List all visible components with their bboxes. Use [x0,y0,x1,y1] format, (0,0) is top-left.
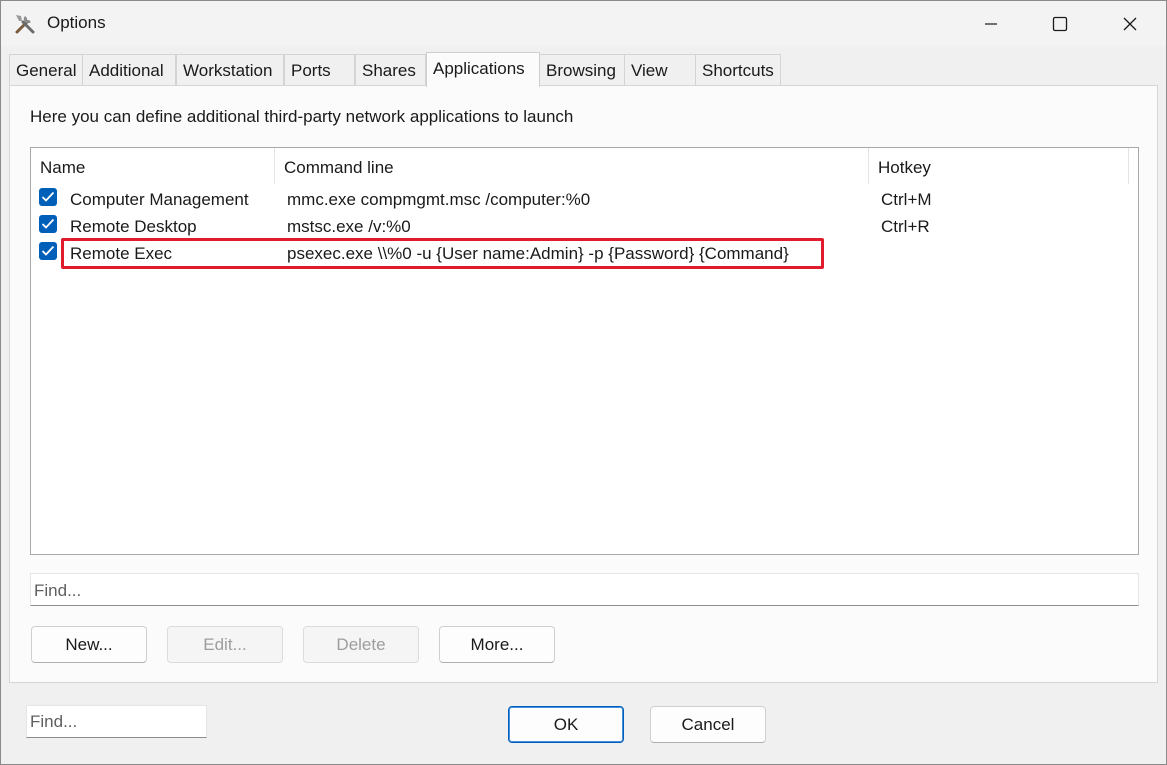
close-button[interactable] [1095,1,1165,46]
tab-ports[interactable]: Ports [284,54,355,85]
title-bar[interactable]: Options [1,1,1166,46]
tab-browsing[interactable]: Browsing [539,54,625,85]
intro-text: Here you can define additional third-par… [30,107,574,126]
options-find-input[interactable]: Find... [26,705,207,738]
item-command: mmc.exe compmgmt.msc /computer:%0 [287,190,591,209]
item-command: mstsc.exe /v:%0 [287,217,411,236]
enabled-checkbox[interactable] [39,242,57,260]
delete-button[interactable]: Delete [303,626,419,663]
check-icon [41,245,55,256]
tab-general[interactable]: General [9,54,83,85]
close-icon [1123,17,1137,30]
enabled-checkbox[interactable] [39,215,57,233]
cancel-button[interactable]: Cancel [650,706,766,743]
item-hotkey: Ctrl+R [881,217,930,236]
ok-button[interactable]: OK [508,706,624,743]
check-icon [41,218,55,229]
tab-additional[interactable]: Additional [82,54,176,85]
tab-shortcuts[interactable]: Shortcuts [695,54,781,85]
maximize-button[interactable] [1025,1,1095,46]
applications-list[interactable]: Name Command line Hotkey Computer Manage… [30,147,1139,555]
tab-applications[interactable]: Applications [426,52,540,87]
item-hotkey: Ctrl+M [881,190,932,209]
applications-panel: Here you can define additional third-par… [9,85,1158,683]
tools-icon [13,12,37,36]
maximize-icon [1052,16,1068,31]
tab-workstation[interactable]: Workstation [176,54,284,85]
list-item[interactable]: Computer Management mmc.exe compmgmt.msc… [31,186,1129,213]
item-name: Computer Management [70,190,249,209]
column-header-hotkey[interactable]: Hotkey [869,148,1129,184]
highlight-annotation [61,238,824,269]
list-item[interactable]: Remote Desktop mstsc.exe /v:%0 Ctrl+R [31,213,1129,240]
tab-shares[interactable]: Shares [355,54,426,85]
check-icon [41,191,55,202]
column-header-command[interactable]: Command line [275,148,869,184]
column-header-name[interactable]: Name [31,148,275,184]
list-find-input[interactable]: Find... [30,573,1139,606]
edit-button[interactable]: Edit... [167,626,283,663]
more-button[interactable]: More... [439,626,555,663]
minimize-button[interactable] [956,1,1026,46]
options-window: Options General Additional Workstation P… [0,0,1167,765]
enabled-checkbox[interactable] [39,188,57,206]
new-button[interactable]: New... [31,626,147,663]
tab-view[interactable]: View [624,54,696,85]
item-name: Remote Desktop [70,217,197,236]
list-header: Name Command line Hotkey [31,148,1129,184]
window-title: Options [47,13,106,32]
minimize-icon [985,22,997,25]
